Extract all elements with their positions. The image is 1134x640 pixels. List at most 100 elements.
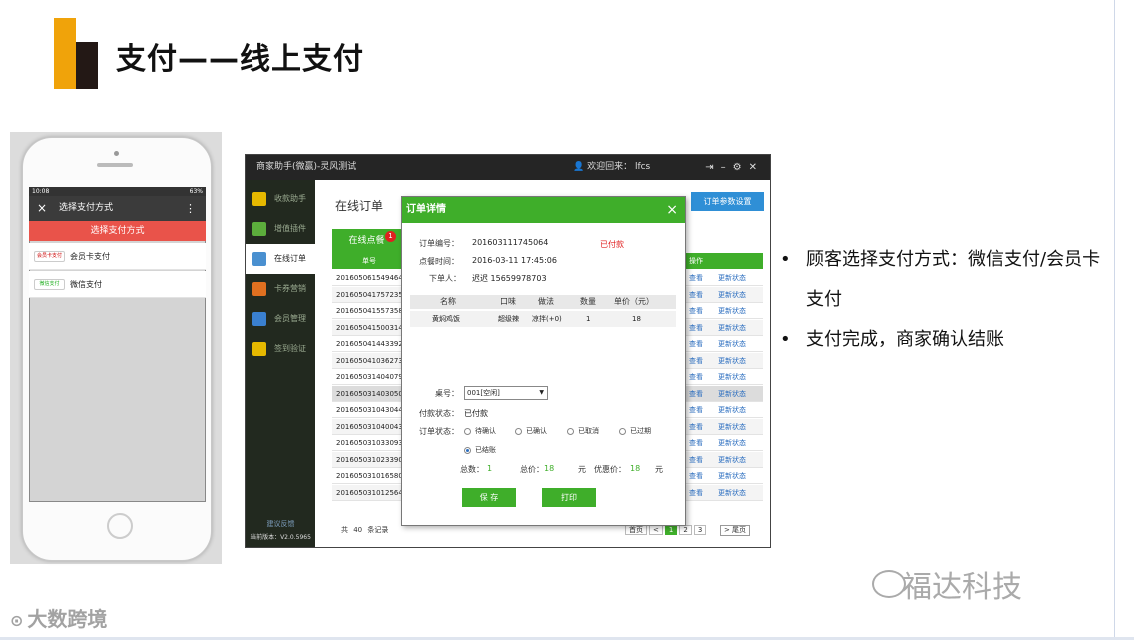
member-card-pay-icon: 会员卡支付 (34, 251, 65, 262)
radio-icon (619, 427, 626, 435)
phone-status-bar: 10:08 63% (29, 187, 206, 196)
update-status-link[interactable]: 更新状态 (718, 336, 746, 352)
status-time: 10:08 (32, 188, 50, 195)
item-name: 黄焖鸡饭 (432, 315, 460, 323)
view-link[interactable]: 查看 (689, 270, 703, 286)
order-id-cell: 201605031033093 (336, 439, 402, 447)
wechat-logo-icon (872, 570, 906, 598)
gear-icon[interactable]: ⚙ (733, 162, 749, 173)
print-button[interactable]: 打印 (542, 488, 596, 507)
item-col-price: 单价（元） (614, 297, 654, 306)
view-link[interactable]: 查看 (689, 303, 703, 319)
dialog-close-icon[interactable]: × (666, 197, 678, 223)
status-radio-cancelled[interactable]: 已取消 (567, 426, 599, 436)
close-icon[interactable]: × (37, 196, 47, 221)
view-link[interactable]: 查看 (689, 485, 703, 501)
payment-option-member-card[interactable]: 会员卡支付 会员卡支付 (29, 243, 206, 270)
pager: 首页 <1 2 3 (625, 525, 708, 535)
status-radio-settled[interactable]: 已结账 (464, 445, 496, 455)
sidebar-item-coupons[interactable]: 卡券营销 (246, 274, 315, 304)
feedback-link[interactable]: 建议反馈 (246, 519, 315, 529)
col-ops: 操作 (689, 257, 703, 265)
welcome-label: 欢迎回来： lfcs (587, 162, 651, 172)
close-window-icon[interactable]: ✕ (749, 162, 764, 173)
view-link[interactable]: 查看 (689, 386, 703, 402)
order-time-value: 2016-03-11 17:45:06 (472, 256, 557, 265)
view-link[interactable]: 查看 (689, 402, 703, 418)
phone-app-bar: × 选择支付方式 ⋮ (29, 196, 206, 221)
update-status-link[interactable]: 更新状态 (718, 320, 746, 336)
record-total: 共 40 条记录 (341, 526, 389, 534)
update-status-link[interactable]: 更新状态 (718, 369, 746, 385)
update-status-link[interactable]: 更新状态 (718, 468, 746, 484)
pin-icon[interactable]: ⇥ (705, 162, 720, 173)
watermark-left: ⊙ 大数跨境 (10, 603, 107, 632)
view-link[interactable]: 查看 (689, 336, 703, 352)
status-label: 已结账 (475, 446, 496, 454)
items-table-header: 名称 口味 做法 数量 单价（元） (410, 295, 676, 309)
view-link[interactable]: 查看 (689, 320, 703, 336)
pager-page-3[interactable]: 3 (693, 525, 707, 535)
pager-page-1[interactable]: 1 (664, 525, 678, 535)
pager-first[interactable]: 首页 (625, 525, 647, 535)
payment-option-label: 微信支付 (70, 280, 102, 289)
sidebar-item-members[interactable]: 会员管理 (246, 304, 315, 334)
status-radio-confirmed[interactable]: 已确认 (515, 426, 547, 436)
update-status-link[interactable]: 更新状态 (718, 270, 746, 286)
pager-prev[interactable]: < (649, 525, 663, 535)
user-icon: 👤 (573, 162, 588, 172)
dialog-title: 订单详情 (406, 204, 446, 215)
update-status-link[interactable]: 更新状态 (718, 353, 746, 369)
orderer-label: 下单人： (429, 274, 461, 283)
save-button[interactable]: 保 存 (462, 488, 516, 507)
phone-home-button[interactable] (107, 513, 133, 539)
order-id-cell: 201605061549464 (336, 274, 402, 282)
table-no-value: 001[空闲] (467, 389, 500, 397)
update-status-link[interactable]: 更新状态 (718, 419, 746, 435)
sidebar-item-checkin[interactable]: 签到验证 (246, 334, 315, 364)
select-payment-button[interactable]: 选择支付方式 (29, 221, 206, 241)
pager-last-label: 尾页 (732, 526, 747, 534)
order-id-cell: 201605041036273 (336, 356, 402, 365)
sidebar-item-plugins[interactable]: 增值插件 (246, 214, 315, 244)
update-status-link[interactable]: 更新状态 (718, 287, 746, 303)
update-status-link[interactable]: 更新状态 (718, 435, 746, 451)
pager-page-2[interactable]: 2 (679, 525, 692, 535)
bullet-list: 顾客选择支付方式：微信支付/会员卡支付 支付完成，商家确认结账 (780, 240, 1110, 360)
order-settings-button[interactable]: 订单参数设置 (691, 192, 764, 211)
view-link[interactable]: 查看 (689, 452, 703, 468)
checkin-icon (252, 342, 266, 356)
pager-next: > (723, 526, 730, 534)
view-link[interactable]: 查看 (689, 353, 703, 369)
view-link[interactable]: 查看 (689, 287, 703, 303)
update-status-link[interactable]: 更新状态 (718, 402, 746, 418)
puzzle-icon (252, 222, 266, 236)
view-link[interactable]: 查看 (689, 369, 703, 385)
view-link[interactable]: 查看 (689, 435, 703, 451)
view-link[interactable]: 查看 (689, 419, 703, 435)
status-label: 已过期 (630, 427, 651, 435)
radio-icon-selected (464, 446, 471, 454)
update-status-link[interactable]: 更新状态 (718, 485, 746, 501)
update-status-link[interactable]: 更新状态 (718, 452, 746, 468)
view-link[interactable]: 查看 (689, 468, 703, 484)
item-price: 18 (632, 315, 641, 323)
minimize-icon[interactable]: – (721, 162, 733, 173)
update-status-link[interactable]: 更新状态 (718, 386, 746, 402)
bullet-item: 支付完成，商家确认结账 (780, 320, 1110, 360)
status-label: 待确认 (475, 427, 496, 435)
window-title-bar: 商家助手(微赢)-灵风测试 👤 欢迎回来： lfcs ⇥–⚙✕ (246, 155, 770, 180)
radio-icon (567, 427, 574, 435)
sidebar-item-cash[interactable]: 收款助手 (246, 184, 315, 214)
update-status-link[interactable]: 更新状态 (718, 303, 746, 319)
table-no-select[interactable]: 001[空闲] ▼ (464, 386, 548, 400)
payment-option-label: 会员卡支付 (70, 252, 110, 261)
status-radio-pending[interactable]: 待确认 (464, 426, 496, 436)
status-radio-expired[interactable]: 已过期 (619, 426, 651, 436)
sidebar-item-online-orders[interactable]: 在线订单 (246, 244, 315, 274)
payment-option-wechat[interactable]: 微信支付 微信支付 (29, 271, 206, 298)
order-id-cell: 201605031403050 (336, 389, 402, 398)
total-value: 18 (544, 464, 555, 473)
pager-last[interactable]: > 尾页 (720, 525, 750, 536)
more-menu-icon[interactable]: ⋮ (185, 196, 196, 221)
